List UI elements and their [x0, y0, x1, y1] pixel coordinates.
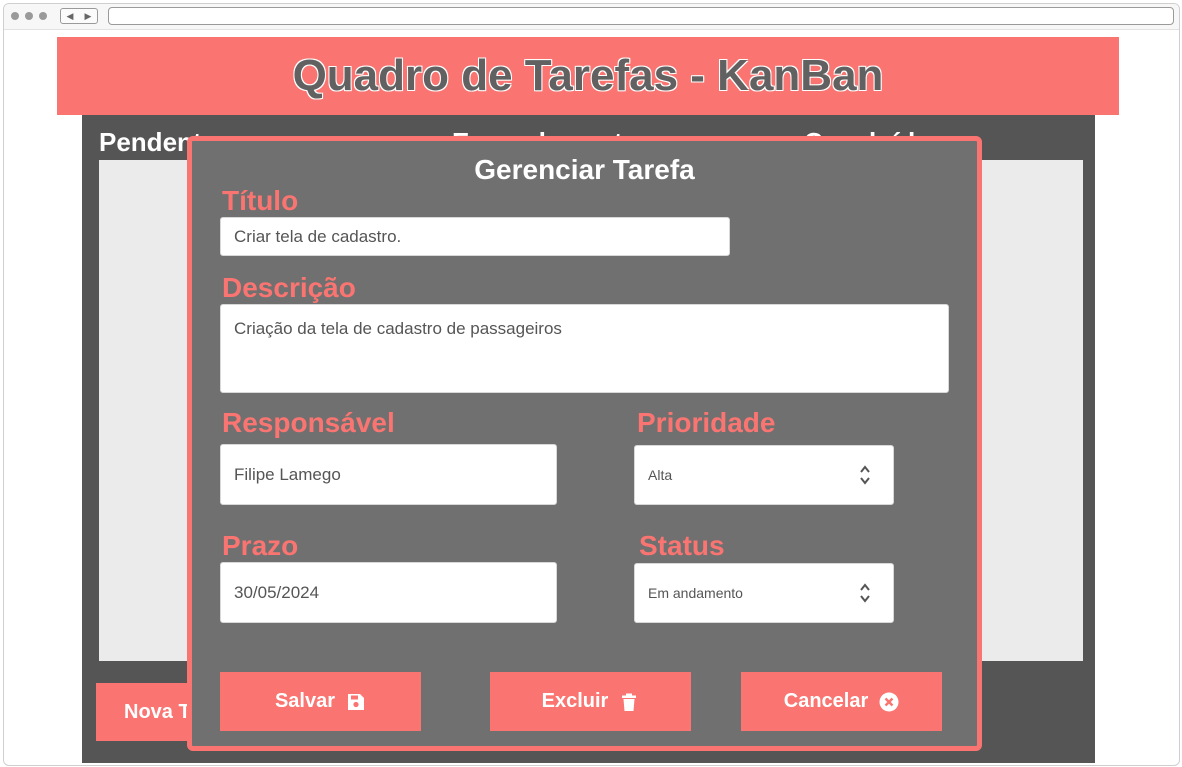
title-label: Título — [222, 185, 299, 216]
page-header: Quadro de Tarefas - KanBan — [57, 37, 1119, 115]
priority-select[interactable]: Alta — [634, 445, 894, 505]
back-arrow-icon[interactable]: ◀ — [67, 11, 74, 22]
page-title: Quadro de Tarefas - KanBan — [292, 51, 884, 100]
select-arrows-icon — [860, 465, 870, 485]
window-control-dot[interactable] — [25, 12, 33, 20]
save-button[interactable]: Salvar — [220, 672, 421, 731]
deadline-label: Prazo — [222, 530, 299, 561]
deadline-input[interactable]: 30/05/2024 — [220, 562, 557, 623]
forward-arrow-icon[interactable]: ▶ — [85, 11, 92, 22]
priority-selected-value: Alta — [648, 467, 673, 483]
address-bar[interactable] — [108, 7, 1174, 25]
priority-label: Prioridade — [637, 407, 776, 438]
title-input[interactable]: Criar tela de cadastro. — [220, 217, 730, 256]
modal-title: Gerenciar Tarefa — [474, 154, 695, 185]
description-textarea[interactable]: Criação da tela de cadastro de passageir… — [220, 304, 949, 393]
circle-x-icon — [879, 692, 899, 711]
cancel-button-label: Cancelar — [783, 690, 869, 712]
description-label: Descrição — [222, 272, 356, 303]
delete-button[interactable]: Excluir — [490, 672, 691, 731]
responsible-label: Responsável — [222, 407, 395, 438]
save-button-label: Salvar — [274, 690, 336, 712]
responsible-input[interactable]: Filipe Lamego — [220, 444, 557, 505]
delete-button-label: Excluir — [541, 690, 609, 712]
cancel-button[interactable]: Cancelar — [741, 672, 942, 731]
back-forward-buttons[interactable]: ◀ ▶ — [60, 8, 98, 24]
status-select[interactable]: Em andamento — [634, 563, 894, 623]
trash-icon — [622, 693, 637, 711]
select-arrows-icon — [860, 583, 870, 603]
floppy-disk-icon — [348, 693, 365, 710]
window-control-dot[interactable] — [11, 12, 19, 20]
manage-task-modal: Gerenciar Tarefa Título Criar tela de ca… — [187, 136, 982, 751]
status-label: Status — [639, 530, 725, 561]
window-control-dot[interactable] — [39, 12, 47, 20]
status-selected-value: Em andamento — [648, 585, 743, 601]
browser-toolbar: ◀ ▶ — [4, 4, 1179, 30]
